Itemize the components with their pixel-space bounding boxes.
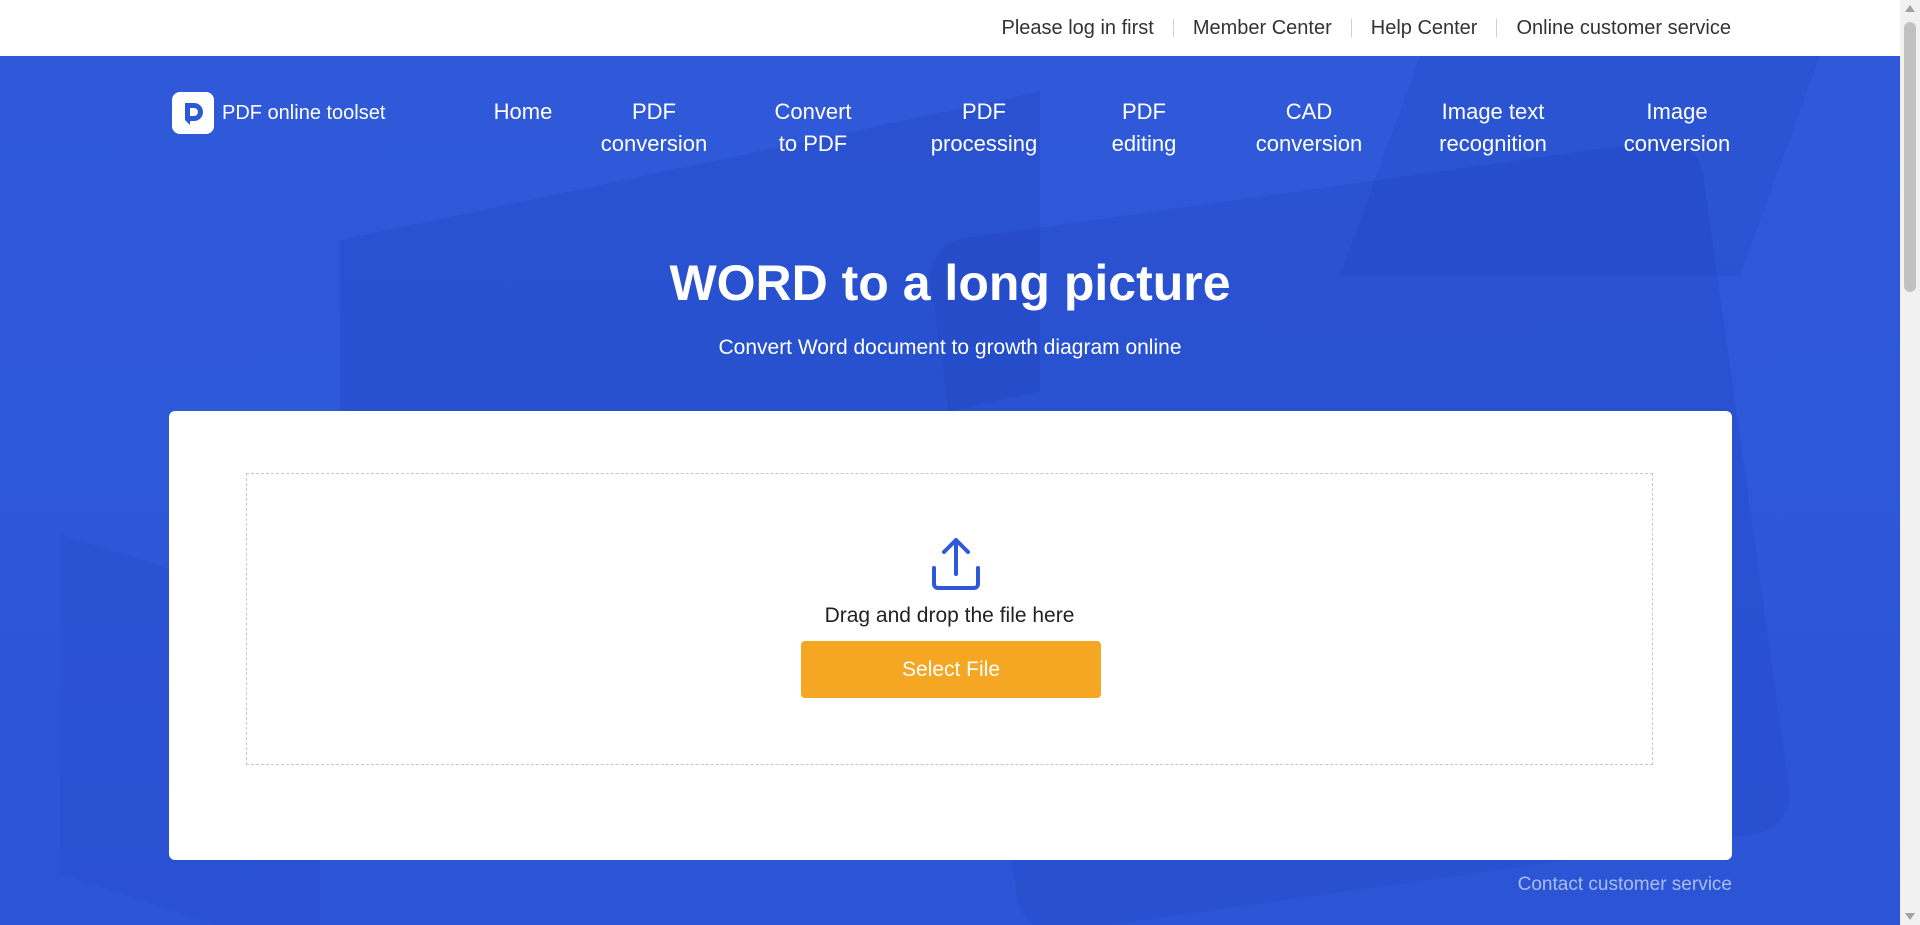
nav-cad-conversion[interactable]: CAD conversion [1214, 96, 1404, 160]
nav-pdf-conversion[interactable]: PDF conversion [576, 96, 732, 160]
scroll-down-icon[interactable] [1905, 913, 1915, 920]
page-title: WORD to a long picture [669, 255, 1231, 311]
pdf-logo-icon [172, 92, 214, 134]
login-link[interactable]: Please log in first [983, 17, 1173, 40]
page-subtitle: Convert Word document to growth diagram … [718, 336, 1182, 359]
scroll-thumb[interactable] [1904, 22, 1916, 292]
background-decoration [1339, 56, 1821, 276]
brand-logo[interactable]: PDF online toolset [172, 92, 385, 134]
online-service-link[interactable]: Online customer service [1497, 17, 1731, 40]
main-nav: Home PDF conversion Convert to PDF PDF p… [470, 96, 1772, 160]
scroll-up-icon[interactable] [1905, 5, 1915, 12]
nav-home[interactable]: Home [470, 96, 576, 128]
vertical-scrollbar[interactable] [1900, 0, 1920, 925]
nav-image-text-recognition[interactable]: Image text recognition [1404, 96, 1582, 160]
top-utility-bar: Please log in first Member Center Help C… [0, 0, 1900, 56]
upload-icon [932, 538, 980, 590]
nav-pdf-processing[interactable]: PDF processing [894, 96, 1074, 160]
member-center-link[interactable]: Member Center [1174, 17, 1351, 40]
drop-text: Drag and drop the file here [824, 604, 1075, 627]
file-dropzone[interactable]: Drag and drop the file here Select File [246, 473, 1653, 765]
top-links: Please log in first Member Center Help C… [983, 0, 1731, 56]
hero-section: PDF online toolset Home PDF conversion C… [0, 56, 1900, 925]
nav-pdf-editing[interactable]: PDF editing [1074, 96, 1214, 160]
nav-image-conversion[interactable]: Image conversion [1582, 96, 1772, 160]
brand-name: PDF online toolset [222, 101, 386, 124]
contact-customer-service-link[interactable]: Contact customer service [1518, 874, 1732, 896]
nav-convert-to-pdf[interactable]: Convert to PDF [732, 96, 894, 160]
help-center-link[interactable]: Help Center [1352, 17, 1497, 40]
select-file-button[interactable]: Select File [801, 641, 1101, 698]
upload-card: Drag and drop the file here Select File [169, 411, 1732, 860]
